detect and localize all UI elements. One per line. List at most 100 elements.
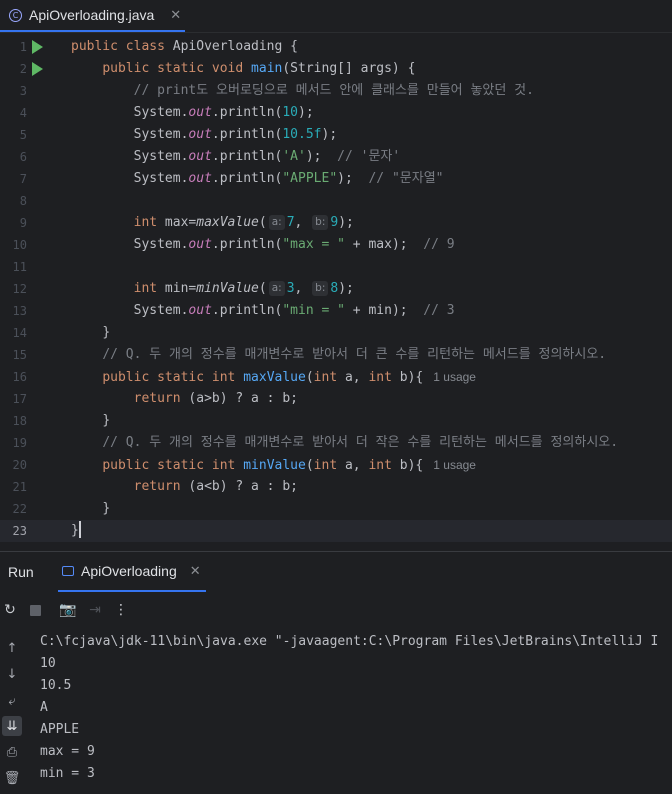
code-text: System.out.println("max = " + max); // 9 — [133, 237, 455, 252]
console-line: min = 3 — [40, 766, 95, 781]
parameter-hint: b: — [312, 281, 329, 296]
code-line: 7 System.out.println("APPLE"); // "문자열" — [0, 168, 672, 190]
run-panel-header: Run ApiOverloading ✕ — [0, 552, 672, 592]
code-line: 16 public static int maxValue(int a, int… — [0, 366, 672, 388]
code-text: // print도 오버로딩으로 메서드 안에 클래스를 만들어 놓았던 것. — [133, 83, 534, 98]
code-text: System.out.println("APPLE"); // "문자열" — [133, 171, 444, 186]
code-text: public static void main(String[] args) { — [102, 61, 416, 76]
code-line: 8 — [0, 190, 672, 212]
console-line: max = 9 — [40, 744, 95, 759]
code-line: 6 System.out.println('A'); // '문자' — [0, 146, 672, 168]
code-line: 21 return (a<b) ? a : b; — [0, 476, 672, 498]
line-number: 3 — [19, 84, 27, 98]
code-text: System.out.println(10.5f); — [133, 127, 338, 142]
line-number: 13 — [12, 304, 27, 318]
code-text: public static int maxValue(int a, int b)… — [102, 370, 476, 385]
run-window-icon — [62, 566, 74, 576]
arrow-down-icon[interactable]: ↓ — [2, 664, 22, 684]
run-toolbar: ↻ 📷 ⇥ ⋮ — [0, 592, 672, 628]
soft-wrap-icon[interactable]: ⤶ — [2, 691, 22, 711]
line-number: 16 — [12, 370, 27, 384]
run-panel-label: Run — [8, 564, 34, 580]
code-line: 10 System.out.println("max = " + max); /… — [0, 234, 672, 256]
close-icon[interactable]: ✕ — [170, 8, 181, 23]
line-number: 19 — [12, 436, 27, 450]
text-cursor — [78, 521, 81, 538]
line-number: 15 — [12, 348, 27, 362]
line-number: 4 — [19, 106, 27, 120]
code-text: } — [102, 325, 111, 340]
current-code-line: 23 } — [0, 520, 672, 542]
code-line: 4 System.out.println(10); — [0, 102, 672, 124]
line-number: 10 — [12, 238, 27, 252]
exit-icon[interactable]: ⇥ — [85, 600, 105, 620]
console-line: APPLE — [40, 722, 80, 737]
code-text: // Q. 두 개의 정수를 매개변수로 받아서 더 큰 수를 리턴하는 메서드… — [102, 347, 607, 362]
line-number: 22 — [12, 502, 27, 516]
code-line: 13 System.out.println("min = " + min); /… — [0, 300, 672, 322]
line-number: 14 — [12, 326, 27, 340]
code-line: 2 public static void main(String[] args)… — [0, 58, 672, 80]
java-class-icon: C — [9, 8, 22, 22]
code-line: 15 // Q. 두 개의 정수를 매개변수로 받아서 더 큰 수를 리턴하는 … — [0, 344, 672, 366]
parameter-hint: a: — [268, 281, 285, 296]
line-number: 12 — [12, 282, 27, 296]
code-line: 1 public class ApiOverloading { — [0, 36, 672, 58]
line-number: 23 — [12, 524, 27, 538]
parameter-hint: b: — [312, 215, 329, 230]
code-line: 19 // Q. 두 개의 정수를 매개변수로 받아서 더 작은 수를 리턴하는… — [0, 432, 672, 454]
print-icon[interactable]: ⎙ — [2, 742, 22, 762]
code-text: public static int minValue(int a, int b)… — [102, 458, 476, 473]
code-text: System.out.println('A'); // '문자' — [133, 149, 401, 164]
code-editor[interactable]: 1 public class ApiOverloading { 2 public… — [0, 33, 672, 551]
run-tab-apioverloading[interactable]: ApiOverloading ✕ — [58, 552, 206, 592]
usage-hint[interactable]: 1 usage — [433, 370, 476, 384]
run-main-icon[interactable] — [32, 62, 43, 76]
rerun-icon[interactable]: ↻ — [0, 600, 20, 620]
run-class-icon[interactable] — [32, 40, 43, 54]
camera-icon[interactable]: 📷 — [58, 600, 78, 620]
code-line: 3 // print도 오버로딩으로 메서드 안에 클래스를 만들어 놓았던 것… — [0, 80, 672, 102]
console-side-toolbar: ↑ ↓ ⤶ ⇊ ⎙ 🗑 — [0, 628, 24, 794]
console-line: A — [40, 700, 48, 715]
code-line: 20 public static int minValue(int a, int… — [0, 454, 672, 476]
line-number: 18 — [12, 414, 27, 428]
close-icon[interactable]: ✕ — [190, 564, 201, 579]
arrow-up-icon[interactable]: ↑ — [2, 638, 22, 658]
code-line: 9 int max=maxValue(a: 7, b: 9); — [0, 212, 672, 234]
trash-icon[interactable]: 🗑 — [2, 768, 22, 788]
code-text: return (a>b) ? a : b; — [133, 391, 298, 406]
more-options-icon[interactable]: ⋮ — [111, 600, 131, 620]
code-text: public class ApiOverloading { — [71, 39, 298, 54]
code-line: 11 — [0, 256, 672, 278]
usage-hint[interactable]: 1 usage — [433, 458, 476, 472]
line-number: 2 — [19, 62, 27, 76]
code-text: } — [102, 413, 111, 428]
scroll-to-end-icon[interactable]: ⇊ — [2, 716, 22, 736]
line-number: 21 — [12, 480, 27, 494]
code-text: int max=maxValue(a: 7, b: 9); — [133, 215, 354, 230]
code-line: 22 } — [0, 498, 672, 520]
editor-tab-apioverloading[interactable]: C ApiOverloading.java ✕ — [0, 0, 185, 32]
code-text: System.out.println(10); — [133, 105, 314, 120]
code-text: System.out.println("min = " + min); // 3 — [133, 303, 455, 318]
line-number: 9 — [19, 216, 27, 230]
run-tab-title: ApiOverloading — [81, 563, 177, 579]
console-line: 10.5 — [40, 678, 72, 693]
code-text: } — [102, 501, 111, 516]
stop-icon[interactable] — [25, 600, 45, 620]
code-line: 14 } — [0, 322, 672, 344]
code-text: return (a<b) ? a : b; — [133, 479, 298, 494]
line-number: 8 — [19, 194, 27, 208]
code-line: 18 } — [0, 410, 672, 432]
editor-tab-title: ApiOverloading.java — [29, 7, 155, 23]
line-number: 7 — [19, 172, 27, 186]
code-text: } — [71, 521, 81, 538]
console-output[interactable]: C:\fcjava\jdk-11\bin\java.exe "-javaagen… — [40, 631, 672, 794]
line-number: 11 — [12, 260, 27, 274]
editor-tab-bar: C ApiOverloading.java ✕ — [0, 0, 672, 33]
line-number: 20 — [12, 458, 27, 472]
line-number: 1 — [19, 40, 27, 54]
code-line: 5 System.out.println(10.5f); — [0, 124, 672, 146]
code-text: // Q. 두 개의 정수를 매개변수로 받아서 더 작은 수를 리턴하는 메서… — [102, 435, 619, 450]
